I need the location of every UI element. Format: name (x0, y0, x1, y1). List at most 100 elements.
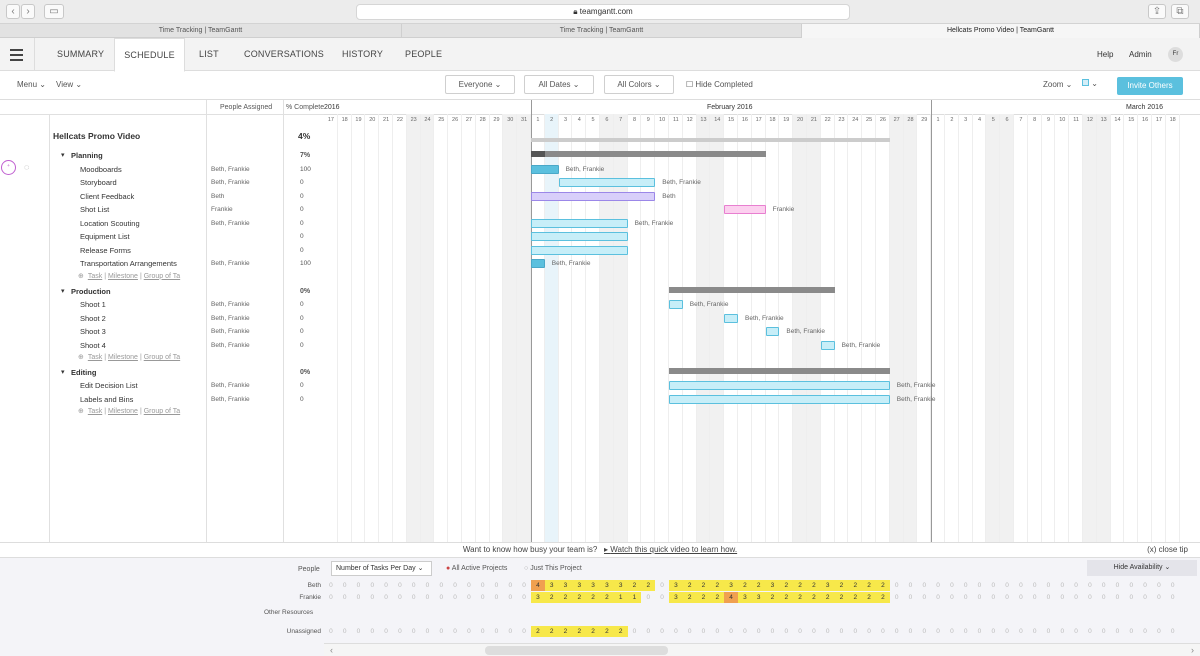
tab-schedule[interactable]: SCHEDULE (114, 38, 185, 72)
task-name[interactable]: Edit Decision List (80, 379, 138, 393)
bar-location-scouting[interactable] (531, 218, 628, 228)
task-row[interactable]: Location Scouting Beth, Frankie 0 (0, 217, 324, 231)
task-people[interactable]: Beth, Frankie (211, 312, 250, 326)
task-pct[interactable]: 100 (300, 163, 311, 177)
tabs-icon[interactable]: ⧉ (1171, 4, 1189, 19)
group-collapse-icon[interactable]: ▾ (61, 285, 65, 299)
task-name[interactable]: Shoot 2 (80, 312, 106, 326)
hide-completed-checkbox[interactable]: ☐ Hide Completed (686, 80, 753, 89)
add-group-link[interactable]: Group of Ta (144, 408, 180, 415)
task-row[interactable]: Client Feedback Beth 0 (0, 190, 324, 204)
add-milestone-link[interactable]: Milestone (108, 273, 138, 280)
metric-select[interactable]: Number of Tasks Per Day ⌄ (331, 561, 432, 576)
invite-others-button[interactable]: Invite Others (1117, 77, 1183, 95)
group-collapse-icon[interactable]: ▾ (61, 366, 65, 380)
task-name[interactable]: Client Feedback (80, 190, 134, 204)
task-row[interactable]: Equipment List 0 (0, 230, 324, 244)
colors-filter[interactable]: All Colors ⌄ (604, 75, 674, 94)
tab-people[interactable]: PEOPLE (405, 38, 442, 71)
task-pct[interactable]: 0 (300, 203, 304, 217)
hamburger-icon[interactable] (10, 49, 23, 61)
scroll-thumb[interactable] (485, 646, 668, 655)
bar-shoot-1[interactable] (669, 300, 683, 310)
add-milestone-link[interactable]: Milestone (108, 354, 138, 361)
task-pct[interactable]: 0 (300, 379, 304, 393)
add-icon[interactable]: ⊕ (78, 408, 86, 415)
task-pct[interactable]: 0 (300, 217, 304, 231)
task-name[interactable]: Shoot 3 (80, 325, 106, 339)
task-row[interactable]: Edit Decision List Beth, Frankie 0 (0, 379, 324, 393)
everyone-filter[interactable]: Everyone ⌄ (445, 75, 515, 94)
group-row[interactable]: ▾ Production 0% (0, 285, 324, 299)
browser-tab[interactable]: Hellcats Promo Video | TeamGantt (802, 24, 1200, 38)
bar-edl[interactable] (669, 381, 890, 391)
bar-release-forms[interactable] (531, 245, 628, 255)
add-group-link[interactable]: Group of Ta (144, 273, 180, 280)
tab-history[interactable]: HISTORY (342, 38, 383, 71)
browser-tab[interactable]: Time Tracking | TeamGantt (0, 24, 402, 38)
task-row[interactable]: Shoot 1 Beth, Frankie 0 (0, 298, 324, 312)
add-task-link[interactable]: Task (88, 273, 102, 280)
bar-storyboard[interactable] (558, 178, 656, 188)
task-row[interactable]: Moodboards Beth, Frankie 100 (0, 163, 324, 177)
task-pct[interactable]: 0 (300, 298, 304, 312)
task-name[interactable]: Moodboards (80, 163, 122, 177)
bar-shoot-4[interactable] (820, 340, 835, 350)
tab-conversations[interactable]: CONVERSATIONS (244, 38, 324, 71)
task-name[interactable]: Equipment List (80, 230, 130, 244)
task-pct[interactable]: 0 (300, 339, 304, 353)
bar-labels-bins[interactable] (669, 394, 890, 404)
bar-transportation[interactable] (531, 259, 545, 269)
task-name[interactable]: Shoot 1 (80, 298, 106, 312)
task-pct[interactable]: 0 (300, 190, 304, 204)
task-name[interactable]: Transportation Arrangements (80, 257, 177, 271)
all-projects-radio[interactable]: ● All Active Projects (446, 565, 507, 572)
task-people[interactable]: Beth, Frankie (211, 339, 250, 353)
tab-summary[interactable]: SUMMARY (57, 38, 104, 71)
zoom-dropdown[interactable]: Zoom ⌄ (1043, 80, 1072, 89)
task-people[interactable]: Beth, Frankie (211, 298, 250, 312)
browser-tab[interactable]: Time Tracking | TeamGantt (402, 24, 802, 38)
task-row[interactable]: Storyboard Beth, Frankie 0 (0, 176, 324, 190)
forward-icon[interactable]: › (21, 4, 35, 19)
task-people[interactable]: Beth, Frankie (211, 217, 250, 231)
task-people[interactable]: Frankie (211, 203, 233, 217)
task-name[interactable]: Shot List (80, 203, 109, 217)
task-name[interactable]: Shoot 4 (80, 339, 106, 353)
task-pct[interactable]: 0 (300, 325, 304, 339)
add-icon[interactable]: ⊕ (78, 273, 86, 280)
task-pct[interactable]: 0 (300, 176, 304, 190)
task-name[interactable]: Labels and Bins (80, 393, 133, 407)
task-row[interactable]: Release Forms 0 (0, 244, 324, 258)
add-icon[interactable]: ⊕ (78, 354, 86, 361)
avatar[interactable]: Fr (1168, 47, 1183, 62)
group-collapse-icon[interactable]: ▾ (61, 149, 65, 163)
task-pct[interactable]: 100 (300, 257, 311, 271)
horizontal-scrollbar[interactable]: ‹ › (324, 643, 1200, 656)
task-row[interactable]: Shoot 3 Beth, Frankie 0 (0, 325, 324, 339)
task-pct[interactable]: 0 (300, 393, 304, 407)
task-row[interactable]: Transportation Arrangements Beth, Frankie… (0, 257, 324, 271)
hide-availability-button[interactable]: Hide Availability ⌄ (1087, 560, 1197, 576)
task-name[interactable]: Release Forms (80, 244, 131, 258)
task-row[interactable]: Shot List Frankie 0 (0, 203, 324, 217)
task-people[interactable]: Beth, Frankie (211, 379, 250, 393)
task-row[interactable]: Shoot 2 Beth, Frankie 0 (0, 312, 324, 326)
task-people[interactable]: Beth, Frankie (211, 257, 250, 271)
add-task-link[interactable]: Task (88, 354, 102, 361)
task-people[interactable]: Beth, Frankie (211, 163, 250, 177)
task-row[interactable]: Shoot 4 Beth, Frankie 0 (0, 339, 324, 353)
url-bar[interactable]: 🔒︎ teamgantt.com (356, 4, 850, 20)
close-tip-link[interactable]: (x) close tip (1147, 543, 1188, 557)
view-dropdown[interactable]: View ⌄ (56, 80, 82, 89)
admin-link[interactable]: Admin (1129, 50, 1152, 59)
group-row[interactable]: ▾ Editing 0% (0, 366, 324, 380)
scroll-left-icon[interactable]: ‹ (330, 645, 333, 655)
scroll-right-icon[interactable]: › (1191, 645, 1194, 655)
task-people[interactable]: Beth, Frankie (211, 325, 250, 339)
task-pct[interactable]: 0 (300, 230, 304, 244)
task-people[interactable]: Beth, Frankie (211, 176, 250, 190)
add-milestone-link[interactable]: Milestone (108, 408, 138, 415)
bar-moodboards[interactable] (531, 164, 559, 174)
bar-shoot-2[interactable] (724, 313, 738, 323)
